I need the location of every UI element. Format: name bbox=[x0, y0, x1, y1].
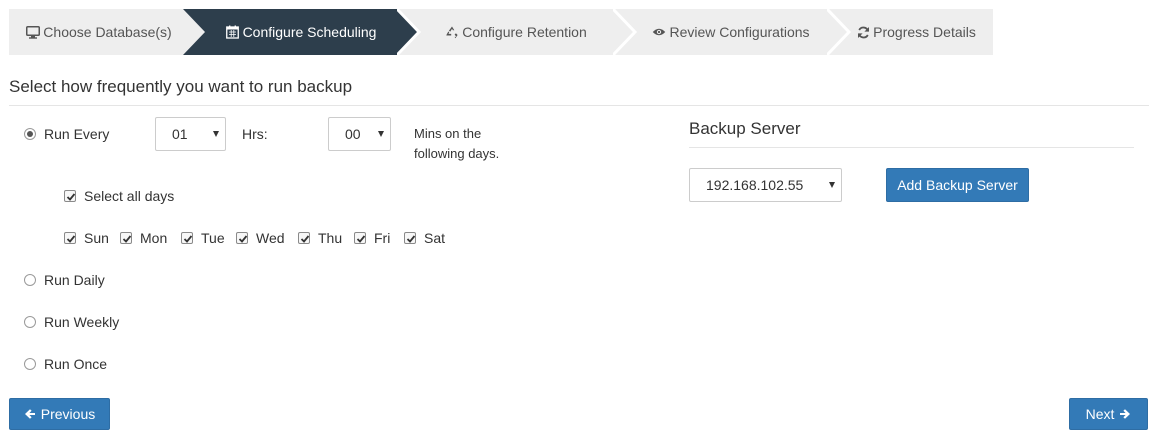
chevron-down-icon bbox=[378, 131, 384, 137]
day-checkbox-tue[interactable] bbox=[181, 232, 193, 244]
hrs-label: Hrs: bbox=[242, 126, 268, 142]
day-label-wed: Wed bbox=[256, 230, 285, 246]
refresh-icon bbox=[856, 25, 870, 39]
day-checkbox-mon[interactable] bbox=[120, 232, 132, 244]
run-weekly-label: Run Weekly bbox=[44, 314, 120, 330]
select-all-days-label: Select all days bbox=[84, 188, 175, 204]
checkmark-icon bbox=[238, 235, 248, 243]
day-label-sun: Sun bbox=[84, 230, 109, 246]
minutes-value: 00 bbox=[345, 126, 361, 142]
previous-button[interactable]: Previous bbox=[9, 398, 110, 430]
eye-icon bbox=[652, 25, 666, 39]
minutes-select[interactable]: 00 bbox=[328, 117, 391, 151]
next-label: Next bbox=[1085, 406, 1115, 422]
arrow-right-icon bbox=[1119, 408, 1131, 420]
run-weekly-radio[interactable] bbox=[24, 316, 36, 328]
checkmark-icon bbox=[66, 235, 76, 243]
mins-label-line1: Mins on the bbox=[414, 126, 482, 141]
wizard-steps: Choose Database(s) Configure Scheduling … bbox=[9, 9, 993, 55]
hours-value: 01 bbox=[172, 126, 188, 142]
step-label: Progress Details bbox=[873, 24, 976, 40]
next-button[interactable]: Next bbox=[1069, 398, 1148, 430]
add-backup-server-button[interactable]: Add Backup Server bbox=[886, 168, 1029, 202]
monitor-icon bbox=[26, 25, 41, 39]
checkmark-icon bbox=[356, 235, 366, 243]
arrow-left-icon bbox=[24, 408, 36, 420]
checkmark-icon bbox=[66, 193, 76, 201]
step-label: Review Configurations bbox=[669, 24, 810, 40]
day-label-thu: Thu bbox=[318, 230, 343, 246]
select-all-days-checkbox[interactable] bbox=[64, 190, 76, 202]
run-once-radio[interactable] bbox=[24, 358, 36, 370]
previous-label: Previous bbox=[40, 406, 96, 422]
divider bbox=[9, 105, 1149, 106]
step-progress-details[interactable]: Progress Details bbox=[827, 9, 993, 55]
hours-select[interactable]: 01 bbox=[155, 117, 226, 151]
step-choose-databases[interactable]: Choose Database(s) bbox=[9, 9, 205, 55]
backup-server-select[interactable]: 192.168.102.55 bbox=[689, 168, 842, 202]
step-review-configurations[interactable]: Review Configurations bbox=[613, 9, 849, 55]
calendar-icon bbox=[226, 25, 240, 39]
checkmark-icon bbox=[122, 235, 132, 243]
checkmark-icon bbox=[183, 235, 193, 243]
chevron-down-icon bbox=[213, 131, 219, 137]
day-checkbox-thu[interactable] bbox=[298, 232, 310, 244]
step-label: Choose Database(s) bbox=[43, 24, 172, 40]
checkmark-icon bbox=[300, 235, 310, 243]
backup-server-value: 192.168.102.55 bbox=[706, 177, 804, 193]
divider bbox=[689, 147, 1134, 148]
mins-label-line2: following days. bbox=[414, 146, 500, 161]
run-once-label: Run Once bbox=[44, 356, 108, 372]
day-checkbox-fri[interactable] bbox=[354, 232, 366, 244]
run-daily-label: Run Daily bbox=[44, 272, 105, 288]
run-daily-radio[interactable] bbox=[24, 274, 36, 286]
chevron-down-icon bbox=[829, 182, 835, 188]
step-label: Configure Scheduling bbox=[242, 24, 377, 40]
day-checkbox-sat[interactable] bbox=[404, 232, 416, 244]
day-checkbox-wed[interactable] bbox=[236, 232, 248, 244]
recycle-icon bbox=[445, 25, 459, 39]
step-label: Configure Retention bbox=[462, 24, 587, 40]
day-label-fri: Fri bbox=[374, 230, 391, 246]
add-backup-server-label: Add Backup Server bbox=[897, 177, 1018, 193]
day-label-mon: Mon bbox=[140, 230, 168, 246]
checkmark-icon bbox=[406, 235, 416, 243]
page-title: Select how frequently you want to run ba… bbox=[9, 77, 353, 96]
run-every-radio[interactable] bbox=[24, 128, 36, 140]
backup-server-title: Backup Server bbox=[689, 119, 801, 138]
day-label-tue: Tue bbox=[201, 230, 225, 246]
day-checkbox-sun[interactable] bbox=[64, 232, 76, 244]
day-label-sat: Sat bbox=[424, 230, 446, 246]
step-configure-retention[interactable]: Configure Retention bbox=[397, 9, 635, 55]
step-configure-scheduling[interactable]: Configure Scheduling bbox=[183, 9, 419, 55]
run-every-label: Run Every bbox=[44, 126, 110, 142]
